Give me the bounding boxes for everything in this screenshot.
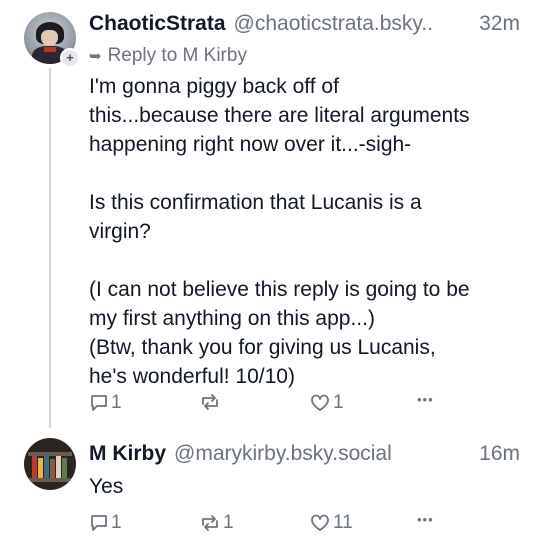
post-text: Yes xyxy=(89,475,124,498)
speech-bubble-icon xyxy=(89,393,109,413)
post-time[interactable]: 16m xyxy=(471,442,520,466)
reply-count: 1 xyxy=(111,512,122,533)
more-button[interactable]: ••• xyxy=(417,512,434,527)
heart-icon xyxy=(309,393,331,413)
reply-button[interactable]: 1 xyxy=(89,392,122,414)
repost-button[interactable] xyxy=(199,392,223,412)
reply-to-link[interactable]: ➥ Reply to M Kirby xyxy=(89,45,247,67)
plus-icon[interactable]: + xyxy=(60,48,80,68)
ellipsis-icon: ••• xyxy=(417,392,434,407)
more-button[interactable]: ••• xyxy=(417,392,434,407)
author-name[interactable]: ChaoticStrata xyxy=(89,12,226,36)
repost-button[interactable]: 1 xyxy=(199,512,234,534)
ellipsis-icon: ••• xyxy=(417,512,434,527)
avatar-wrap xyxy=(24,438,76,490)
avatar-wrap: + xyxy=(24,12,80,68)
post-header: ChaoticStrata @chaoticstrata.bsky.. 32m xyxy=(89,12,520,36)
speech-bubble-icon xyxy=(89,513,109,533)
heart-icon xyxy=(309,513,331,533)
author-handle[interactable]: @marykirby.bsky.social xyxy=(174,442,392,466)
avatar[interactable] xyxy=(24,438,76,490)
reply-to-label: Reply to M Kirby xyxy=(107,45,247,66)
post-time[interactable]: 32m xyxy=(471,12,520,36)
reply-arrow-icon: ➥ xyxy=(89,48,102,65)
post-header: M Kirby @marykirby.bsky.social 16m xyxy=(89,442,520,466)
post-text: I'm gonna piggy back off of this...becau… xyxy=(89,75,470,388)
like-button[interactable]: 11 xyxy=(309,512,353,534)
repost-icon xyxy=(199,392,221,412)
like-button[interactable]: 1 xyxy=(309,392,344,414)
post-mkirby[interactable]: M Kirby @marykirby.bsky.social 16m Yes 1… xyxy=(0,428,540,546)
like-count: 11 xyxy=(333,512,353,533)
thread-line xyxy=(49,68,51,428)
reply-count: 1 xyxy=(111,392,122,413)
reply-button[interactable]: 1 xyxy=(89,512,122,534)
repost-count: 1 xyxy=(223,512,234,533)
author-name[interactable]: M Kirby xyxy=(89,442,166,466)
post-actions: 1 1 ••• xyxy=(89,392,520,418)
post-chaoticstrata[interactable]: + ChaoticStrata @chaoticstrata.bsky.. 32… xyxy=(0,0,540,428)
author-handle[interactable]: @chaoticstrata.bsky.. xyxy=(234,12,434,36)
repost-icon xyxy=(199,513,221,533)
like-count: 1 xyxy=(333,392,344,413)
post-actions: 1 1 11 ••• xyxy=(89,512,520,538)
